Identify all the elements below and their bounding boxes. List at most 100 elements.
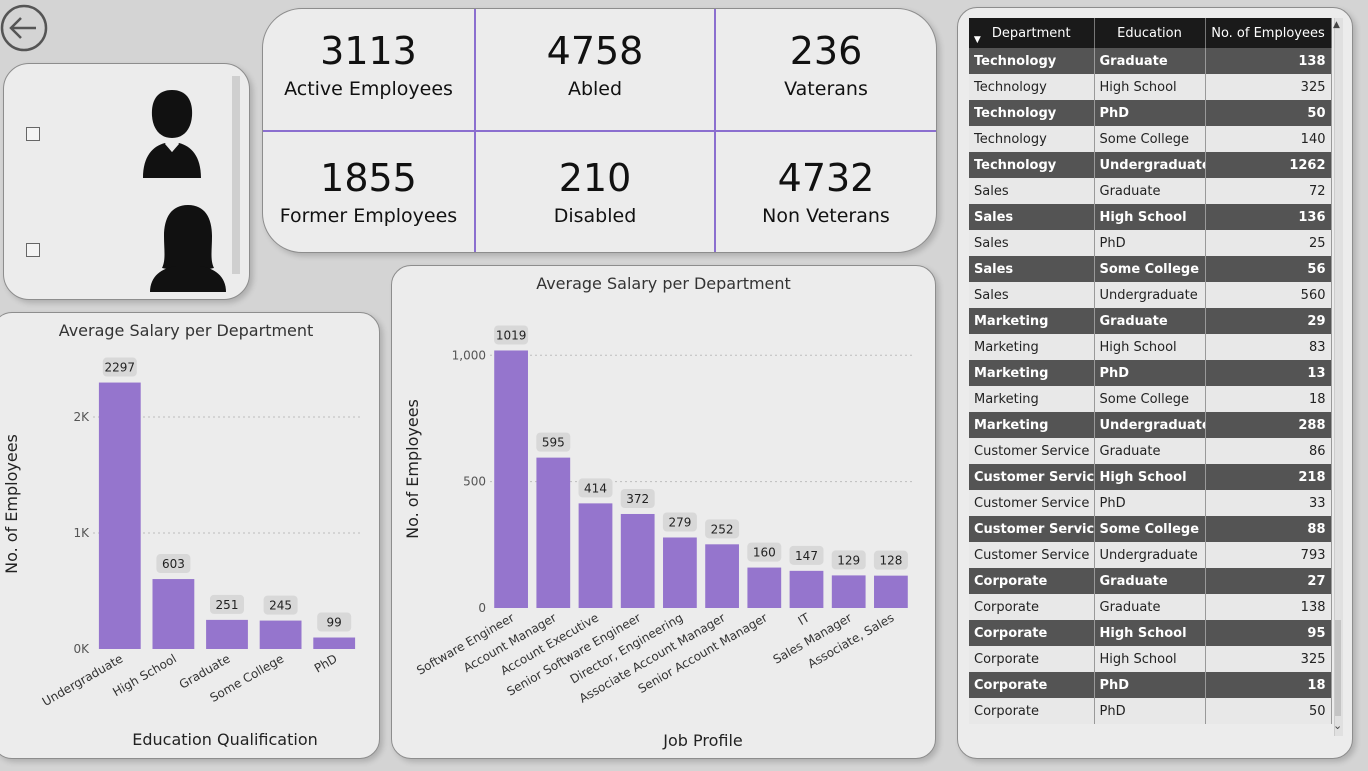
table-row[interactable]: Corporate PhD 50 (969, 698, 1332, 724)
kpi-value: 1855 (320, 156, 417, 200)
table-row[interactable]: Customer Service Undergraduate 793 (969, 542, 1332, 568)
table-row[interactable]: Marketing Some College 18 (969, 386, 1332, 412)
bar[interactable] (152, 579, 195, 649)
table-row[interactable]: Marketing Graduate 29 (969, 308, 1332, 334)
cell-employee-count: 56 (1205, 256, 1332, 282)
data-label: 147 (795, 549, 818, 563)
slicer-scrollbar[interactable] (232, 76, 240, 274)
table-row[interactable]: Technology Some College 140 (969, 126, 1332, 152)
table-row[interactable]: Sales Some College 56 (969, 256, 1332, 282)
table-row[interactable]: Sales High School 136 (969, 204, 1332, 230)
column-header-department[interactable]: ▼ Department (969, 18, 1095, 48)
table-row[interactable]: Customer Service High School 218 (969, 464, 1332, 490)
table-row[interactable]: Corporate High School 95 (969, 620, 1332, 646)
cell-employee-count: 86 (1205, 438, 1332, 464)
female-person-icon (144, 202, 232, 298)
table-row[interactable]: Corporate PhD 18 (969, 672, 1332, 698)
cell-department: Marketing (969, 308, 1095, 334)
bar[interactable] (578, 503, 613, 608)
data-label: 251 (216, 598, 239, 612)
cell-department: Technology (969, 152, 1095, 178)
table-row[interactable]: Customer Service Graduate 86 (969, 438, 1332, 464)
cell-department: Customer Service (969, 516, 1095, 542)
kpi-label: Vaterans (784, 78, 868, 100)
cell-employee-count: 13 (1205, 360, 1332, 386)
cell-education: High School (1094, 620, 1206, 646)
table-row[interactable]: Marketing PhD 13 (969, 360, 1332, 386)
female-checkbox[interactable] (26, 243, 40, 257)
cell-department: Corporate (969, 672, 1095, 698)
bar[interactable] (206, 619, 248, 649)
table-row[interactable]: Corporate High School 325 (969, 646, 1332, 672)
data-label: 372 (626, 492, 649, 506)
cell-employee-count: 33 (1205, 490, 1332, 516)
cell-education: Graduate (1094, 48, 1206, 74)
cell-employee-count: 27 (1205, 568, 1332, 594)
table-row[interactable]: Customer Service Some College 88 (969, 516, 1332, 542)
scroll-down-icon[interactable]: ⌄ (1333, 719, 1342, 732)
bar[interactable] (831, 575, 866, 608)
table-row[interactable]: Technology High School 325 (969, 74, 1332, 100)
cell-department: Corporate (969, 698, 1095, 724)
table-row[interactable]: Corporate Graduate 138 (969, 594, 1332, 620)
x-axis-title: Job Profile (662, 731, 743, 750)
cell-employee-count: 50 (1205, 698, 1332, 724)
cell-employee-count: 95 (1205, 620, 1332, 646)
table-row[interactable]: Corporate Graduate 27 (969, 568, 1332, 594)
data-label: 279 (668, 515, 691, 529)
table-row[interactable]: Marketing Undergraduate 288 (969, 412, 1332, 438)
cell-department: Sales (969, 204, 1095, 230)
table-row[interactable]: Technology Undergraduate 1262 (969, 152, 1332, 178)
cell-department: Customer Service (969, 438, 1095, 464)
table-row[interactable]: Sales PhD 25 (969, 230, 1332, 256)
table-row[interactable]: Technology PhD 50 (969, 100, 1332, 126)
bar[interactable] (494, 350, 528, 608)
bar[interactable] (874, 575, 908, 608)
bar[interactable] (663, 537, 697, 608)
column-header-employees[interactable]: No. of Employees (1205, 18, 1332, 48)
cell-employee-count: 72 (1205, 178, 1332, 204)
bar[interactable] (536, 457, 571, 608)
data-label: 128 (879, 554, 902, 568)
bar[interactable] (98, 382, 141, 649)
cell-employee-count: 138 (1205, 48, 1332, 74)
bar[interactable] (259, 620, 302, 649)
back-button[interactable] (0, 4, 48, 52)
bar[interactable] (620, 513, 655, 608)
scroll-up-icon[interactable]: ▲ (1333, 20, 1340, 30)
kpi-value: 236 (789, 29, 863, 73)
column-header-education[interactable]: Education (1094, 18, 1206, 48)
cell-department: Customer Service (969, 490, 1095, 516)
table-row[interactable]: Customer Service PhD 33 (969, 490, 1332, 516)
cell-department: Corporate (969, 568, 1095, 594)
table-row[interactable]: Sales Undergraduate 560 (969, 282, 1332, 308)
back-arrow-icon (0, 4, 48, 52)
data-label: 1019 (496, 328, 527, 342)
kpi-active-employees: 3113 Active Employees (263, 32, 474, 100)
sort-desc-icon: ▼ (973, 34, 981, 45)
bar[interactable] (747, 567, 782, 608)
bar[interactable] (705, 544, 739, 608)
cell-employee-count: 140 (1205, 126, 1332, 152)
bar[interactable] (789, 570, 824, 608)
cell-education: Graduate (1094, 594, 1206, 620)
table-row[interactable]: Marketing High School 83 (969, 334, 1332, 360)
kpi-value: 4758 (546, 29, 644, 73)
kpi-label: Abled (567, 78, 623, 100)
kpi-panel: 3113 Active Employees 4758 Abled 236 Vat… (262, 8, 937, 253)
x-tick-label: Undergraduate (40, 651, 126, 708)
cell-department: Sales (969, 256, 1095, 282)
data-label: 245 (269, 599, 292, 613)
table-row[interactable]: Sales Graduate 72 (969, 178, 1332, 204)
bar[interactable] (313, 637, 356, 649)
male-checkbox[interactable] (26, 127, 40, 141)
kpi-disabled: 210 Disabled (476, 159, 714, 227)
cell-employee-count: 138 (1205, 594, 1332, 620)
cell-department: Corporate (969, 620, 1095, 646)
y-axis-title: No. of Employees (403, 399, 422, 539)
table-row[interactable]: Technology Graduate 138 (969, 48, 1332, 74)
cell-department: Sales (969, 230, 1095, 256)
table-scroll-thumb[interactable] (1335, 620, 1341, 716)
data-label: 129 (837, 553, 860, 567)
data-label: 595 (542, 436, 565, 450)
